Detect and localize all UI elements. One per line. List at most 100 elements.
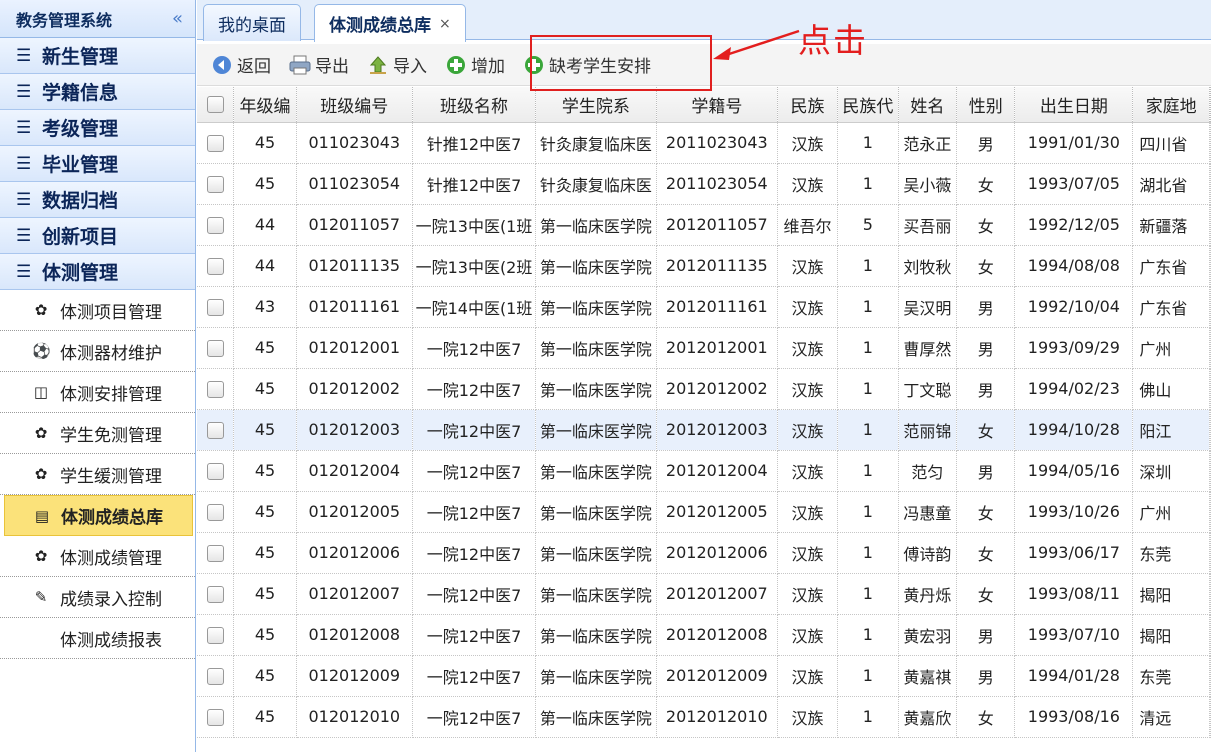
column-header[interactable]: 姓名 xyxy=(898,87,958,123)
pencil-icon: ✎ xyxy=(34,588,48,606)
table-cell: 1 xyxy=(837,450,899,492)
column-header[interactable]: 学籍号 xyxy=(656,87,778,123)
table-row[interactable]: 45 012012001 一院12中医7 第一临床医学院 2012012001 汉族 1 曹厚… xyxy=(197,327,1211,369)
sidebar-item-8[interactable]: 体测成绩报表 xyxy=(0,618,195,659)
row-checkbox[interactable] xyxy=(206,545,224,562)
sidebar-item-7[interactable]: ✎ 成绩录入控制 xyxy=(0,577,195,618)
column-header[interactable]: 家庭地 xyxy=(1132,87,1210,123)
menu-group-1[interactable]: ☰ 学籍信息 xyxy=(0,74,195,110)
data-grid: 年级编 班级编号 班级名称 学生院系 学籍号 民族 民族代 姓名 性别 出生日期 家庭地 45 011… xyxy=(197,87,1211,752)
sidebar-item-1[interactable]: ⚽ 体测器材维护 xyxy=(0,331,195,372)
column-header[interactable]: 性别 xyxy=(956,87,1016,123)
row-checkbox-cell[interactable] xyxy=(197,696,235,738)
select-all-checkbox[interactable] xyxy=(206,95,224,113)
close-icon[interactable]: × xyxy=(439,16,451,32)
table-row[interactable]: 45 011023054 针推12中医7 针灸康复临床医 2011023054 汉族 1 吴小… xyxy=(197,163,1211,205)
column-header[interactable]: 班级名称 xyxy=(412,87,537,123)
row-checkbox[interactable] xyxy=(206,340,224,357)
table-row[interactable]: 45 012012010 一院12中医7 第一临床医学院 2012012010 汉族 1 黄嘉… xyxy=(197,696,1211,738)
table-cell: 1993/10/26 xyxy=(1014,491,1134,533)
row-checkbox-cell[interactable] xyxy=(197,122,235,164)
row-checkbox-cell[interactable] xyxy=(197,204,235,246)
sidebar-item-label: 学生免测管理 xyxy=(60,425,162,446)
sidebar-item-0[interactable]: ✿ 体测项目管理 xyxy=(0,290,195,331)
table-cell: 第一临床医学院 xyxy=(535,245,657,287)
row-checkbox-cell[interactable] xyxy=(197,409,235,451)
row-checkbox-cell[interactable] xyxy=(197,614,235,656)
column-header[interactable]: 民族代 xyxy=(837,87,899,123)
table-row[interactable]: 45 012012007 一院12中医7 第一临床医学院 2012012007 汉族 1 黄丹… xyxy=(197,573,1211,615)
row-checkbox[interactable] xyxy=(206,381,224,398)
row-checkbox[interactable] xyxy=(206,217,224,234)
table-row[interactable]: 45 012012003 一院12中医7 第一临床医学院 2012012003 汉族 1 范丽… xyxy=(197,409,1211,451)
table-row[interactable]: 45 012012009 一院12中医7 第一临床医学院 2012012009 汉族 1 黄嘉… xyxy=(197,655,1211,697)
row-checkbox[interactable] xyxy=(206,422,224,439)
menu-group-5[interactable]: ☰ 创新项目 xyxy=(0,218,195,254)
absent-student-arrange-button[interactable]: 缺考学生安排 xyxy=(523,52,651,77)
table-row[interactable]: 45 012012002 一院12中医7 第一临床医学院 2012012002 汉族 1 丁文… xyxy=(197,368,1211,410)
column-header[interactable]: 年级编 xyxy=(233,87,297,123)
table-row[interactable]: 45 012012004 一院12中医7 第一临床医学院 2012012004 汉族 1 范匀… xyxy=(197,450,1211,492)
row-checkbox[interactable] xyxy=(206,627,224,644)
select-all-checkbox-cell[interactable] xyxy=(197,87,235,123)
tab-label: 我的桌面 xyxy=(218,15,286,36)
menu-group-0[interactable]: ☰ 新生管理 xyxy=(0,38,195,74)
sidebar-item-2[interactable]: ◫ 体测安排管理 xyxy=(0,372,195,413)
tab-bar: 我的桌面 体测成绩总库 × xyxy=(197,0,1211,42)
import-button[interactable]: 导入 xyxy=(367,52,427,77)
table-row[interactable]: 44 012011135 一院13中医(2班 第一临床医学院 2012011135 汉族 1… xyxy=(197,245,1211,287)
table-row[interactable]: 43 012011161 一院14中医(1班 第一临床医学院 2012011161 汉族 1… xyxy=(197,286,1211,328)
row-checkbox-cell[interactable] xyxy=(197,286,235,328)
table-cell: 45 xyxy=(233,409,297,451)
row-checkbox-cell[interactable] xyxy=(197,245,235,287)
column-header[interactable]: 学生院系 xyxy=(535,87,657,123)
table-cell: 第一临床医学院 xyxy=(535,696,657,738)
column-header[interactable]: 班级编号 xyxy=(296,87,413,123)
row-checkbox-cell[interactable] xyxy=(197,573,235,615)
row-checkbox[interactable] xyxy=(206,299,224,316)
row-checkbox-cell[interactable] xyxy=(197,327,235,369)
row-checkbox-cell[interactable] xyxy=(197,163,235,205)
row-checkbox-cell[interactable] xyxy=(197,532,235,574)
menu-group-4[interactable]: ☰ 数据归档 xyxy=(0,182,195,218)
column-header[interactable]: 民族 xyxy=(777,87,839,123)
table-cell-filler xyxy=(1209,532,1211,574)
row-checkbox[interactable] xyxy=(206,504,224,521)
row-checkbox[interactable] xyxy=(206,709,224,726)
row-checkbox-cell[interactable] xyxy=(197,655,235,697)
table-cell: 一院12中医7 xyxy=(412,696,537,738)
sidebar-item-5[interactable]: ▤ 体测成绩总库 xyxy=(4,495,193,536)
back-button[interactable]: 返回 xyxy=(211,52,271,77)
table-row[interactable]: 45 011023043 针推12中医7 针灸康复临床医 2011023043 汉族 1 范永… xyxy=(197,122,1211,164)
row-checkbox[interactable] xyxy=(206,668,224,685)
sidebar-item-3[interactable]: ✿ 学生免测管理 xyxy=(0,413,195,454)
tab-score-library[interactable]: 体测成绩总库 × xyxy=(314,4,466,42)
row-checkbox-cell[interactable] xyxy=(197,491,235,533)
table-row[interactable]: 45 012012008 一院12中医7 第一临床医学院 2012012008 汉族 1 黄宏… xyxy=(197,614,1211,656)
table-row[interactable]: 44 012011057 一院13中医(1班 第一临床医学院 2012011057 维吾尔… xyxy=(197,204,1211,246)
add-button[interactable]: 增加 xyxy=(445,52,505,77)
row-checkbox[interactable] xyxy=(206,135,224,152)
row-checkbox-cell[interactable] xyxy=(197,450,235,492)
row-checkbox[interactable] xyxy=(206,586,224,603)
table-row[interactable]: 45 012012006 一院12中医7 第一临床医学院 2012012006 汉族 1 傅诗… xyxy=(197,532,1211,574)
row-checkbox[interactable] xyxy=(206,463,224,480)
menu-group-3[interactable]: ☰ 毕业管理 xyxy=(0,146,195,182)
table-cell: 45 xyxy=(233,614,297,656)
tab-desktop[interactable]: 我的桌面 xyxy=(203,4,301,41)
export-button[interactable]: 导出 xyxy=(289,52,349,77)
column-header[interactable]: 出生日期 xyxy=(1014,87,1134,123)
table-cell: 1 xyxy=(837,163,899,205)
table-cell: 43 xyxy=(233,286,297,328)
row-checkbox-cell[interactable] xyxy=(197,368,235,410)
table-row[interactable]: 45 012012005 一院12中医7 第一临床医学院 2012012005 汉族 1 冯惠… xyxy=(197,491,1211,533)
row-checkbox[interactable] xyxy=(206,258,224,275)
sidebar-item-4[interactable]: ✿ 学生缓测管理 xyxy=(0,454,195,495)
menu-group-6[interactable]: ☰ 体测管理 xyxy=(0,254,195,290)
menu-group-label: 毕业管理 xyxy=(42,154,119,176)
menu-group-2[interactable]: ☰ 考级管理 xyxy=(0,110,195,146)
table-cell: 012012004 xyxy=(296,450,413,492)
collapse-icon[interactable]: « xyxy=(172,9,183,28)
row-checkbox[interactable] xyxy=(206,176,224,193)
sidebar-item-6[interactable]: ✿ 体测成绩管理 xyxy=(0,536,195,577)
